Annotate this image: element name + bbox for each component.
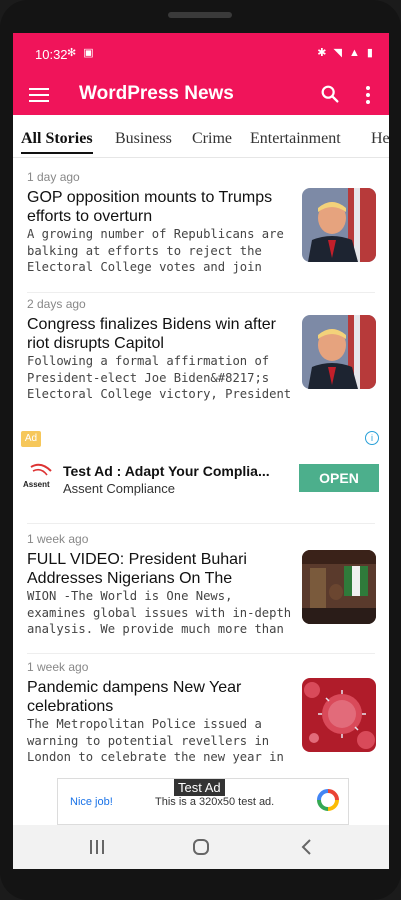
recent-apps-icon[interactable] [85, 835, 109, 859]
article-item[interactable]: 1 day ago GOP opposition mounts to Trump… [13, 167, 389, 293]
article-thumbnail [302, 678, 376, 752]
ad-advertiser: Assent Compliance [63, 481, 175, 496]
article-headline: Congress finalizes Bidens win after riot… [27, 316, 277, 352]
divider [27, 653, 375, 654]
category-tabs: All Stories Business Crime Entertainment… [13, 115, 389, 158]
article-headline: GOP opposition mounts to Trumps efforts … [27, 189, 273, 225]
article-thumbnail [302, 550, 376, 624]
article-time: 1 week ago [27, 532, 89, 546]
ad-open-button[interactable]: OPEN [299, 464, 379, 492]
tab-business[interactable]: Business [115, 130, 172, 148]
ad-badge: Ad [21, 431, 41, 447]
article-summary: Following a formal affirmation of Presid… [27, 354, 292, 401]
screen: 10:32 ✻ ▣ ✱ ◥ ▲ ▮ WordPress News All Sto… [13, 33, 389, 869]
article-thumbnail [302, 188, 376, 262]
article-item[interactable]: 1 week ago FULL VIDEO: President Buhari … [13, 529, 389, 655]
more-options-icon[interactable] [365, 84, 371, 104]
article-item[interactable]: 2 days ago Congress finalizes Bidens win… [13, 294, 389, 420]
article-headline: FULL VIDEO: President Buhari Addresses N… [27, 551, 247, 587]
banner-text: This is a 320x50 test ad. [155, 796, 275, 808]
status-left-icons: ✻ ▣ [67, 47, 96, 59]
divider [27, 292, 375, 293]
banner-nice-job: Nice job! [70, 796, 113, 808]
ad-title: Test Ad : Adapt Your Complia... [63, 463, 270, 479]
search-icon[interactable] [319, 83, 341, 105]
status-right-icons: ✱ ◥ ▲ ▮ [317, 47, 375, 59]
article-summary: A growing number of Republicans are balk… [27, 227, 284, 274]
article-thumbnail [302, 315, 376, 389]
status-time: 10:32 [35, 47, 68, 62]
back-icon[interactable] [295, 835, 319, 859]
phone-speaker [168, 12, 232, 18]
tab-all-stories[interactable]: All Stories [21, 130, 93, 154]
tab-entertainment[interactable]: Entertainment [250, 130, 341, 148]
article-summary: WION -The World is One News, examines gl… [27, 589, 292, 636]
advertiser-logo: Assent [23, 463, 52, 489]
home-icon[interactable] [189, 835, 213, 859]
status-bar: 10:32 ✻ ▣ ✱ ◥ ▲ ▮ [13, 33, 389, 75]
app-title: WordPress News [79, 83, 234, 104]
article-headline: Pandemic dampens New Year celebrations [27, 679, 242, 715]
article-time: 2 days ago [27, 297, 86, 311]
app-bar: WordPress News [13, 75, 389, 115]
divider [27, 523, 375, 524]
article-time: 1 week ago [27, 660, 89, 674]
article-item[interactable]: 1 week ago Pandemic dampens New Year cel… [13, 657, 389, 783]
native-ad[interactable]: Ad i Assent Test Ad : Adapt Your Complia… [13, 425, 389, 525]
system-nav-bar [13, 825, 389, 869]
article-summary: The Metropolitan Police issued a warning… [27, 717, 284, 764]
ad-info-icon[interactable]: i [365, 431, 379, 445]
test-ad-label: Test Ad [174, 779, 225, 796]
phone-frame: 10:32 ✻ ▣ ✱ ◥ ▲ ▮ WordPress News All Sto… [0, 0, 401, 900]
ad-network-icon [317, 789, 339, 811]
tab-crime[interactable]: Crime [192, 130, 232, 148]
advertiser-logo-text: Assent [23, 480, 50, 489]
article-time: 1 day ago [27, 170, 80, 184]
tab-health[interactable]: He [371, 130, 389, 148]
hamburger-menu-icon[interactable] [29, 84, 49, 104]
